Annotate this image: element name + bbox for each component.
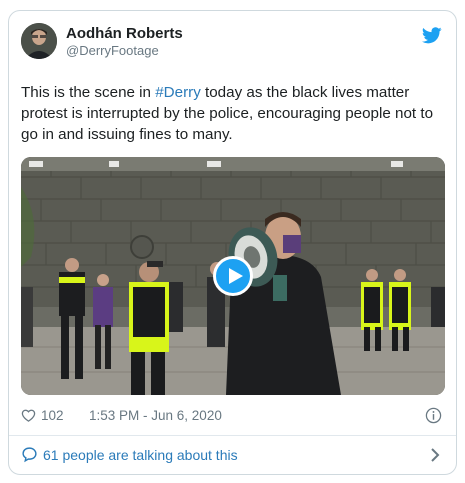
twitter-bird-icon[interactable]	[422, 27, 442, 44]
talking-label: 61 people are talking about this	[43, 447, 238, 463]
divider	[9, 435, 456, 436]
play-icon[interactable]	[213, 256, 253, 296]
hashtag-link[interactable]: #Derry	[155, 84, 201, 101]
chevron-right-icon	[431, 448, 440, 462]
video-thumbnail[interactable]	[21, 157, 445, 395]
conversation-link[interactable]: 61 people are talking about this	[21, 445, 444, 467]
like-count[interactable]: 102	[41, 408, 64, 423]
author-handle[interactable]: @DerryFootage	[66, 43, 159, 58]
tweet-card: Aodhán Roberts @DerryFootage This is the…	[8, 10, 457, 475]
speech-bubble-icon	[22, 447, 37, 463]
avatar[interactable]	[21, 23, 57, 59]
info-icon[interactable]	[425, 407, 442, 424]
heart-icon[interactable]	[21, 408, 36, 423]
tweet-text: This is the scene in #Derry today as the…	[21, 82, 446, 145]
author-name[interactable]: Aodhán Roberts	[66, 25, 183, 42]
tweet-timestamp[interactable]: 1:53 PM - Jun 6, 2020	[89, 408, 222, 423]
tweet-header: Aodhán Roberts @DerryFootage	[21, 23, 444, 67]
tweet-meta: 102 1:53 PM - Jun 6, 2020	[21, 407, 444, 427]
tweet-text-start: This is the scene in	[21, 84, 156, 101]
